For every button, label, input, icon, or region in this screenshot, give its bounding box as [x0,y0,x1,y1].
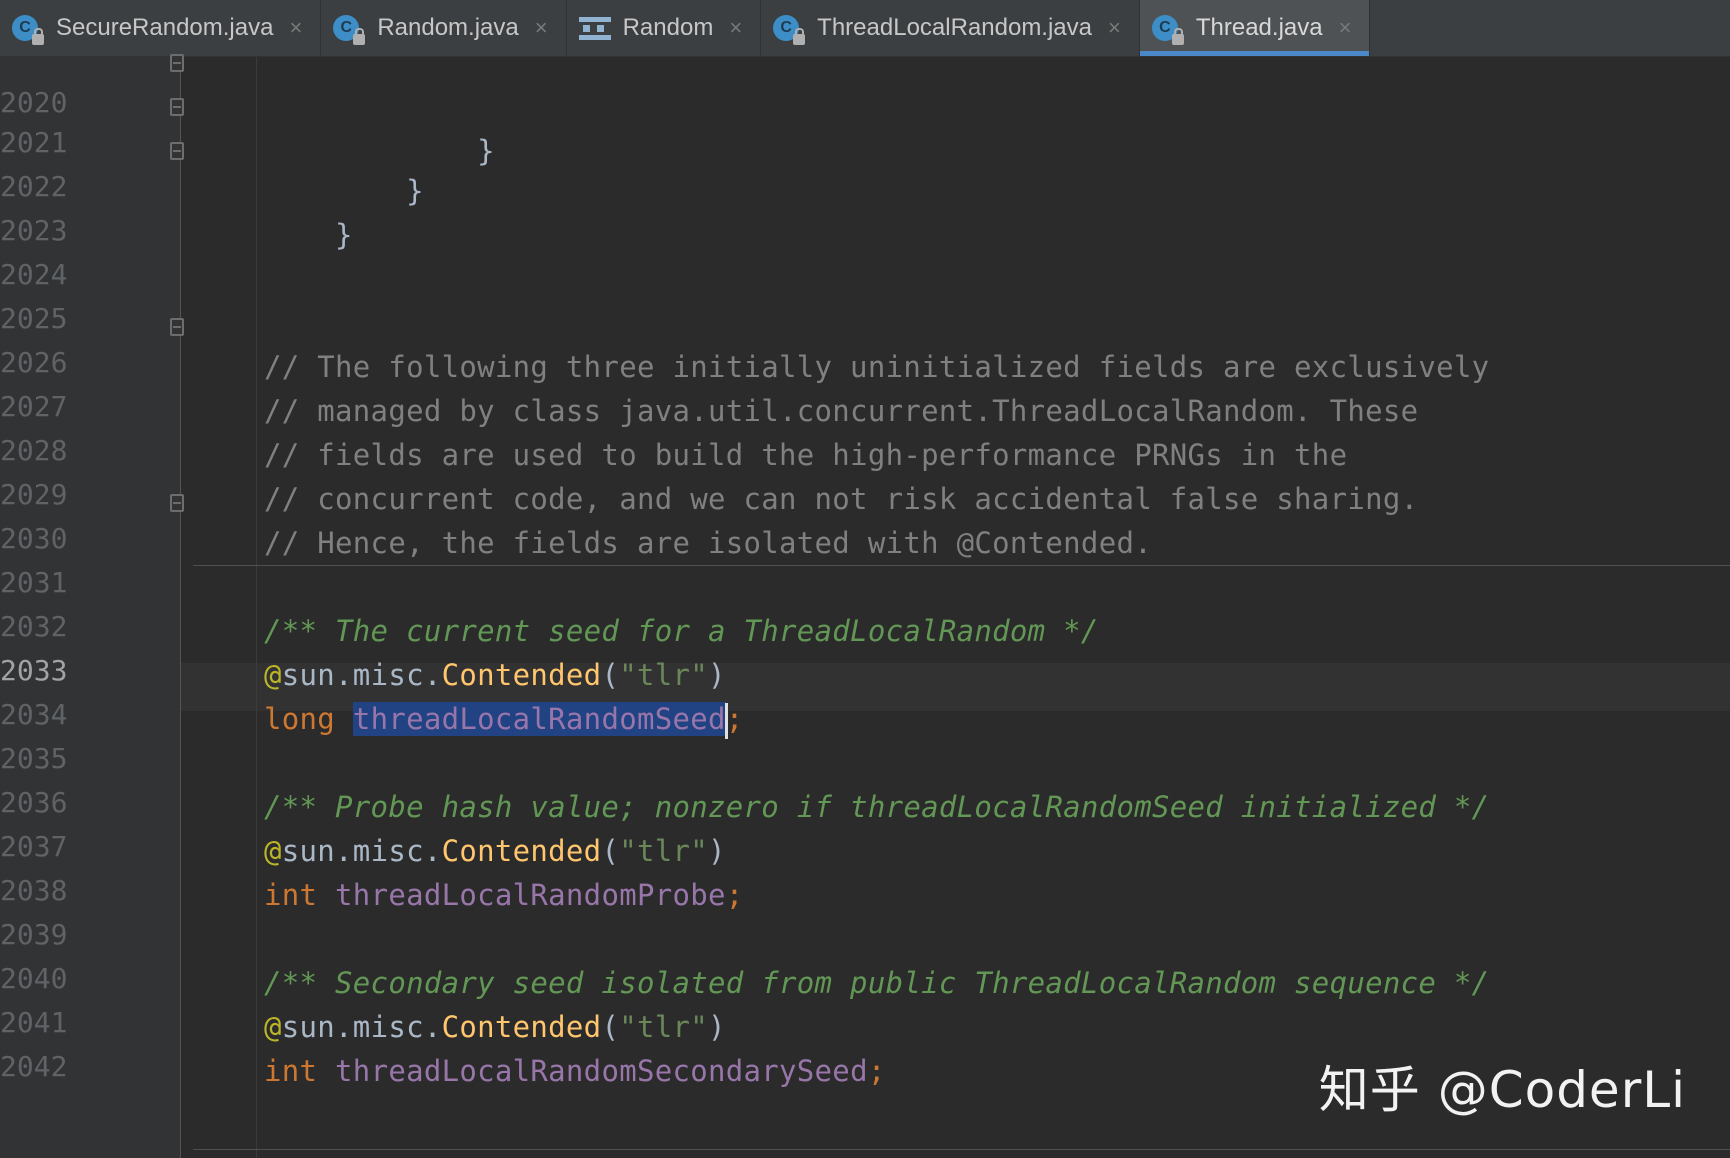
watermark: 知乎 @CoderLi [1318,1061,1686,1119]
code-line: 2030 [0,467,1730,555]
code-line: 2041 int threadLocalRandomSecondarySeed; [0,951,1730,1088]
code-line: 2035 /** Probe hash value; nonzero if th… [0,687,1730,824]
field-declaration: int threadLocalRandomSecondarySeed; [264,1047,886,1095]
code-line: 2028 // concurrent code, and we can not … [0,379,1730,516]
code-line: 2025 // The following three initially un… [0,247,1730,384]
keyword: int [264,1054,318,1088]
code-line: 2022 } [0,115,1730,252]
code-line: 2021 } [0,71,1730,208]
field-name: threadLocalRandomSecondarySeed [335,1054,868,1088]
code-line: 2024 [0,203,1730,291]
code-line-current: 2033 long threadLocalRandomSeed; [0,599,1730,739]
code-line: 2023 [0,159,1730,247]
line-number: 2042 [0,1050,68,1083]
code-line: 2037 int threadLocalRandomProbe; [0,775,1730,912]
code-line: 2027 // fields are used to build the hig… [0,335,1730,472]
code-line: 2042 [0,995,1730,1083]
code-line: 2040 @sun.misc.Contended("tlr") [0,907,1730,1044]
code-line: 2032 @sun.misc.Contended("tlr") [0,555,1730,692]
code-line: 2039 /** Secondary seed isolated from pu… [0,863,1730,1000]
code-line: 2038 [0,819,1730,907]
code-line: 2031 /** The current seed for a ThreadLo… [0,511,1730,648]
code-line: 2034 [0,643,1730,731]
code-editor[interactable]: 2020 } 2021 } 2022 } 2023 2024 2025 // T… [0,54,1730,1158]
method-separator [193,1149,1730,1150]
code-line: 2036 @sun.misc.Contended("tlr") [0,731,1730,868]
code-line: 2029 // Hence, the fields are isolated w… [0,423,1730,560]
code-line: 2026 // managed by class java.util.concu… [0,291,1730,428]
semicolon: ; [867,1054,886,1088]
